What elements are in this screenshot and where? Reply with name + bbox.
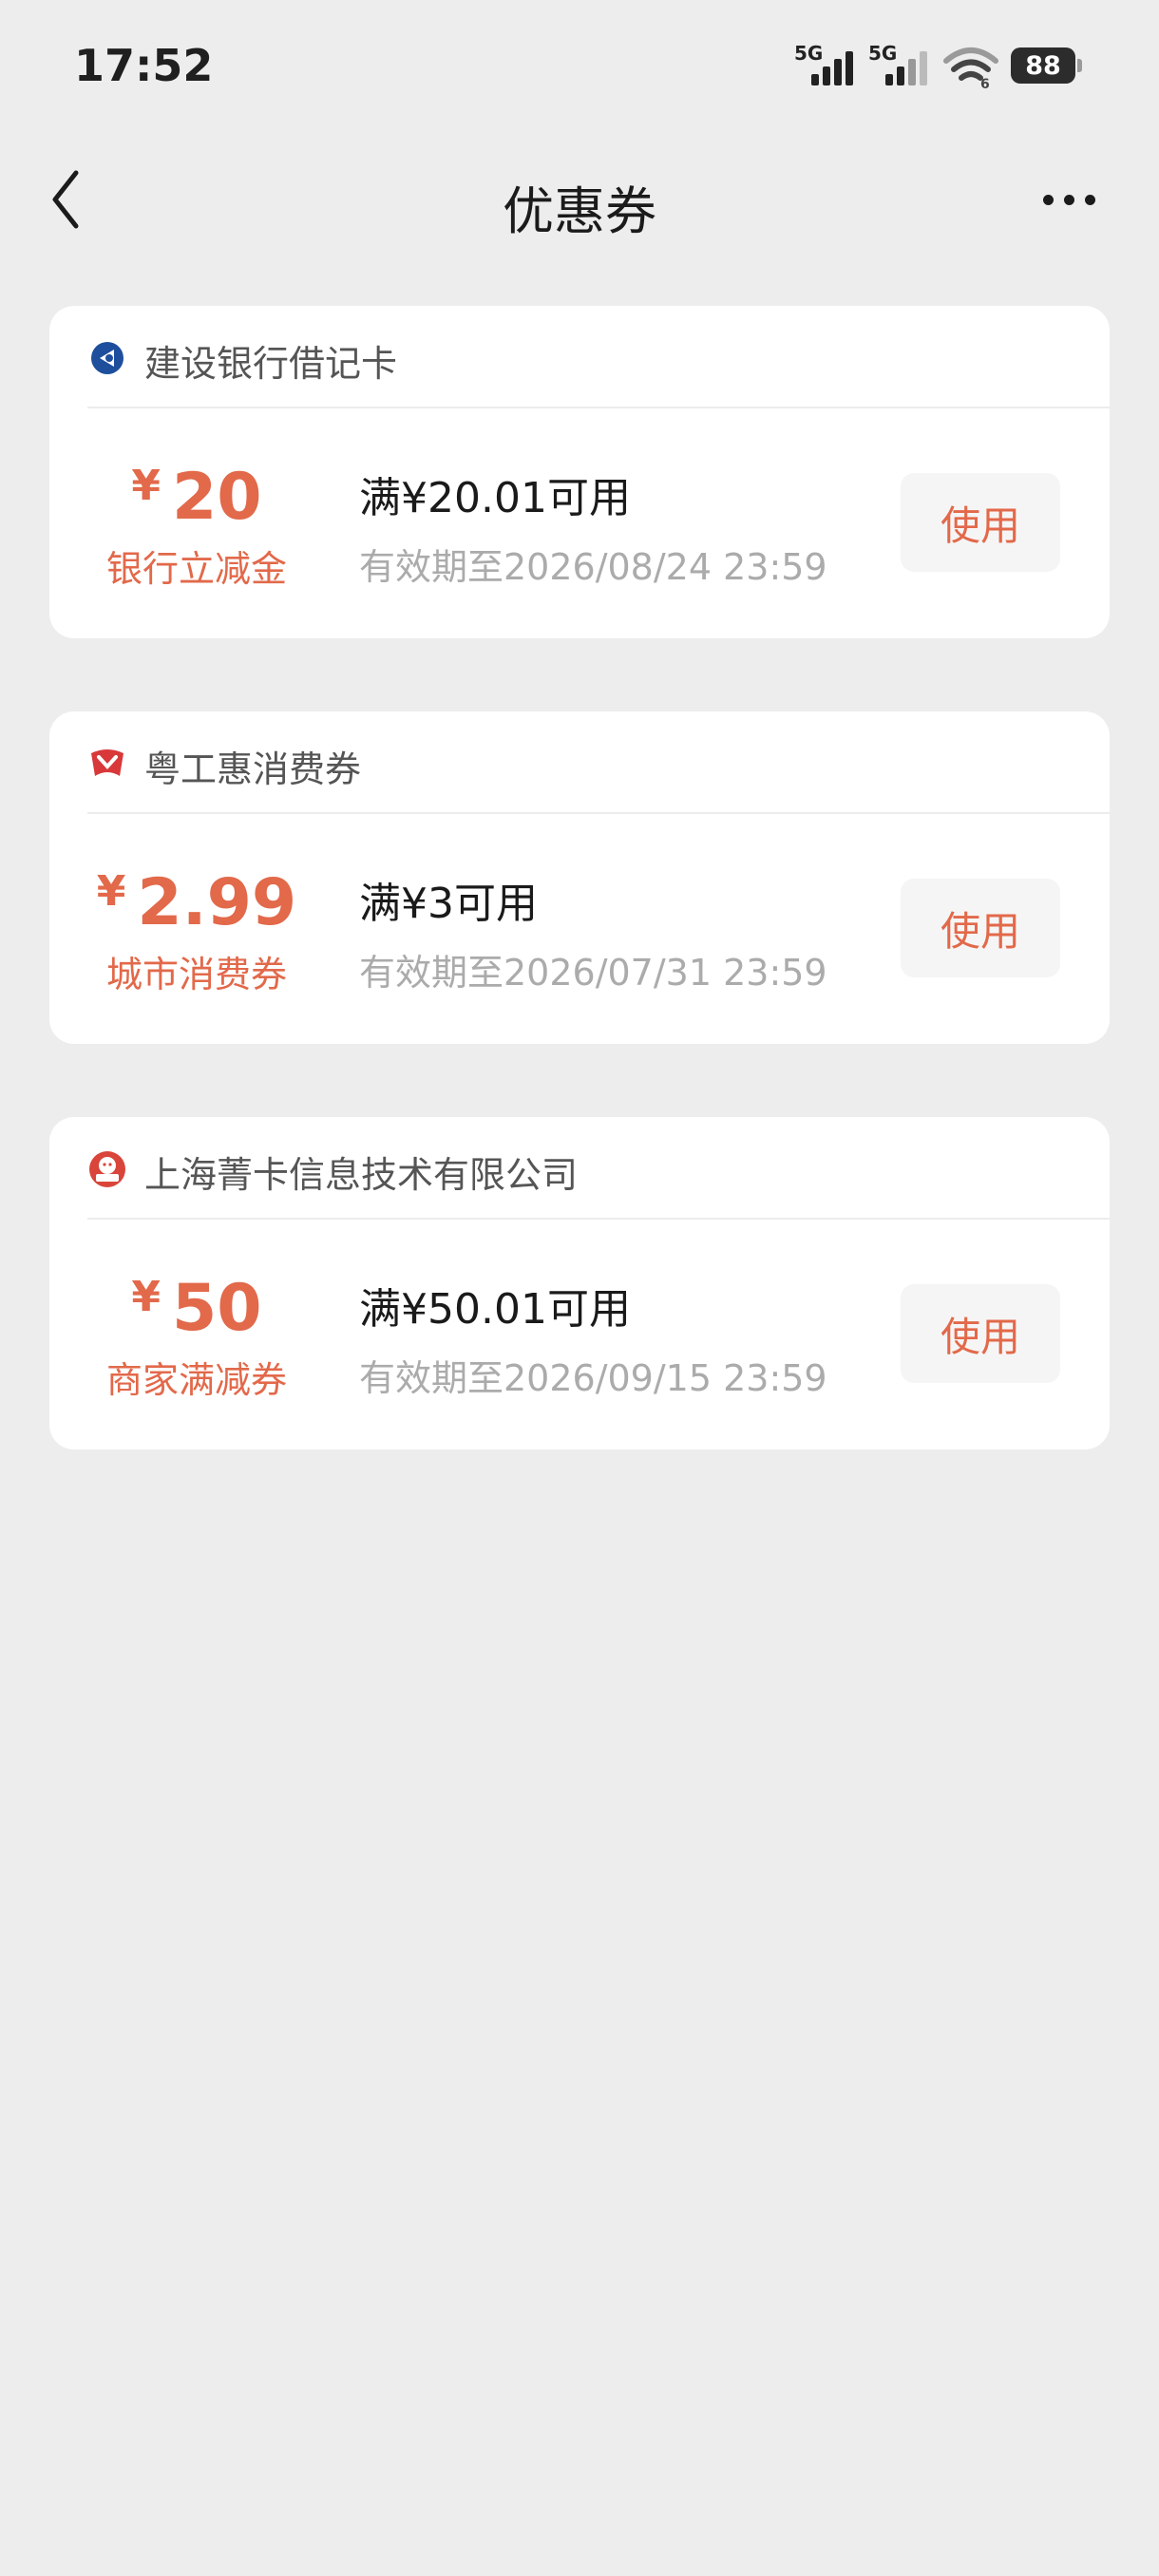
coupon-amount: ¥50 [49,1271,344,1346]
coupon-card: 粤工惠消费券 ¥2.99 城市消费券 满¥3可用 有效期至2026/07/31 … [49,711,1110,1044]
coupon-header: 上海菁卡信息技术有限公司 [87,1117,1110,1220]
status-icons: 5G 5G 6 88 [794,42,1082,89]
amount-value: 20 [171,460,262,535]
network-type-label: 5G [868,42,898,65]
use-button[interactable]: 使用 [901,1284,1060,1383]
coupon-header: 粤工惠消费券 [87,711,1110,814]
currency-symbol: ¥ [131,462,161,510]
coupon-threshold: 满¥50.01可用 [359,1285,631,1334]
amount-value: 50 [171,1271,262,1346]
coupon-page: 17:52 5G 5G 6 88 优惠券 建设银行借记卡 ¥ 20 银行立减金 … [0,0,1159,2576]
coupon-validity: 有效期至2026/09/15 23:59 [359,1357,827,1399]
issuer-name: 建设银行借记卡 [144,343,398,385]
coupon-threshold: 满¥3可用 [359,880,538,928]
yuegonghui-logo-icon [91,749,124,776]
jingka-logo-icon [89,1151,125,1187]
coupon-amount: ¥20 [49,460,344,535]
ccb-logo-icon [91,342,124,374]
cellular-signal-icon: 5G [794,42,857,89]
coupon-card: 上海菁卡信息技术有限公司 ¥50 商家满减券 满¥50.01可用 有效期至202… [49,1117,1110,1449]
coupon-type: 城市消费券 [105,954,287,995]
use-button[interactable]: 使用 [901,879,1060,977]
page-title: 优惠券 [503,181,656,241]
coupon-validity: 有效期至2026/07/31 23:59 [359,952,827,994]
issuer-name: 粤工惠消费券 [144,748,362,790]
coupon-amount: ¥2.99 [49,865,344,940]
more-horizontal-icon[interactable] [1036,180,1102,218]
status-bar: 17:52 5G 5G 6 88 [0,0,1159,133]
nav-bar: 优惠券 [0,142,1159,256]
coupon-header: 建设银行借记卡 [87,306,1110,408]
coupon-validity: 有效期至2026/08/24 23:59 [359,546,827,588]
wifi-icon: 6 [943,47,998,89]
coupon-type: 银行立减金 [105,548,287,590]
coupon-threshold: 满¥20.01可用 [359,474,631,522]
battery-icon: 88 [1011,47,1082,84]
use-button[interactable]: 使用 [901,473,1060,572]
status-time: 17:52 [74,40,214,91]
coupon-card: 建设银行借记卡 ¥20 银行立减金 满¥20.01可用 有效期至2026/08/… [49,306,1110,638]
coupon-type: 商家满减券 [105,1359,287,1401]
cellular-signal-icon: 5G [868,42,931,89]
issuer-name: 上海菁卡信息技术有限公司 [144,1154,579,1196]
currency-symbol: ¥ [131,1273,161,1321]
amount-value: 2.99 [137,865,297,940]
svg-text:6: 6 [980,77,990,89]
battery-level: 88 [1025,50,1061,81]
network-type-label: 5G [794,42,824,65]
currency-symbol: ¥ [96,867,126,916]
